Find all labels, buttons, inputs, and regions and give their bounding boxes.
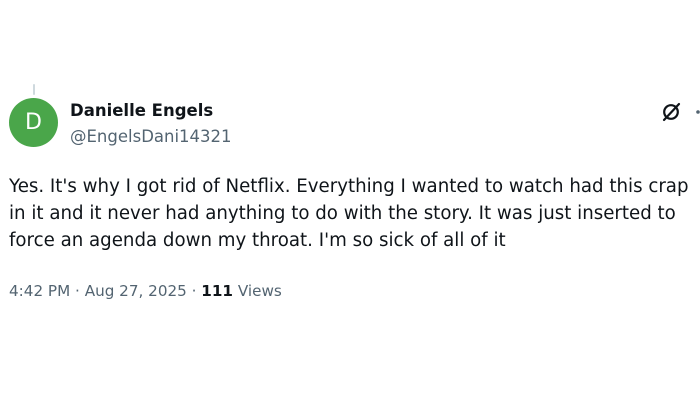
- tweet-text: Yes. It's why I got rid of Netflix. Ever…: [9, 173, 699, 254]
- meta-separator: ·: [191, 282, 197, 300]
- meta-separator: ·: [75, 282, 80, 300]
- thread-connector-line: [33, 84, 35, 95]
- avatar[interactable]: D: [9, 98, 58, 147]
- tweet-date[interactable]: Aug 27, 2025: [85, 282, 187, 300]
- tweet-meta: 4:42 PM · Aug 27, 2025 · 111 Views: [9, 280, 282, 302]
- views-label: Views: [237, 282, 282, 300]
- avatar-initial: D: [25, 110, 42, 135]
- more-options-icon[interactable]: [693, 101, 700, 123]
- views-count[interactable]: 111: [201, 282, 233, 300]
- tweet-time[interactable]: 4:42 PM: [9, 282, 70, 300]
- tweet-text-line: Yes. It's why I got rid of Netflix. Ever…: [9, 176, 689, 197]
- grok-icon[interactable]: [660, 101, 682, 123]
- tweet-text-line: force an agenda down my throat. I'm so s…: [9, 230, 506, 251]
- author-display-name[interactable]: Danielle Engels: [70, 100, 213, 122]
- tweet-text-line: in it and it never had anything to do wi…: [9, 203, 676, 224]
- author-handle[interactable]: @EngelsDani14321: [70, 126, 232, 148]
